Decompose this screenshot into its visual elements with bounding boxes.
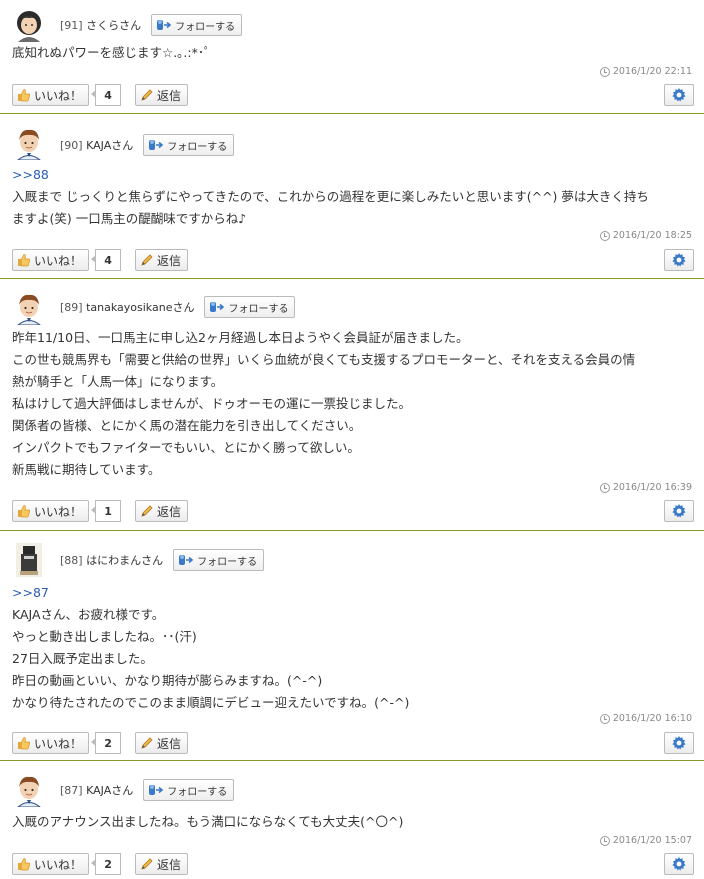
comment-88: [88] はにわまんさん フォローする >>87 KAJAさん、お疲れ様です。 … — [0, 531, 704, 761]
gear-icon — [671, 252, 687, 268]
thumbs-up-icon — [17, 253, 31, 267]
comment-87: [87] KAJAさん フォローする 入厩のアナウンス出ましたね。もう満口になら… — [0, 761, 704, 879]
reply-anchor-link[interactable]: >>88 — [12, 164, 649, 186]
reply-button[interactable]: 返信 — [135, 249, 189, 271]
clock-icon — [599, 713, 610, 724]
commenter-name[interactable]: [90] KAJAさん — [60, 137, 133, 153]
avatar[interactable] — [12, 291, 46, 325]
follow-icon — [156, 19, 172, 31]
settings-button[interactable] — [664, 249, 694, 271]
follow-button[interactable]: フォローする — [173, 549, 265, 571]
gear-icon — [671, 503, 687, 519]
avatar[interactable] — [12, 773, 46, 807]
pencil-icon — [140, 736, 154, 750]
follow-button[interactable]: フォローする — [204, 296, 296, 318]
thumbs-up-icon — [17, 857, 31, 871]
timestamp: 2016/1/20 16:10 — [599, 713, 692, 724]
reply-button[interactable]: 返信 — [135, 853, 189, 875]
like-count: 1 — [91, 500, 122, 522]
timestamp: 2016/1/20 22:11 — [599, 66, 692, 77]
like-count: 2 — [91, 732, 122, 754]
reply-button[interactable]: 返信 — [135, 84, 189, 106]
pencil-icon — [140, 504, 154, 518]
commenter-name[interactable]: [91] さくらさん — [60, 17, 141, 33]
like-button[interactable]: いいね！ — [12, 732, 90, 754]
like-button[interactable]: いいね！ — [12, 84, 90, 106]
like-button[interactable]: いいね！ — [12, 249, 90, 271]
comment-body: 入厩のアナウンス出ましたね。もう満口にならなくても大丈夫(^〇^) — [12, 814, 404, 829]
follow-button[interactable]: フォローする — [143, 779, 235, 801]
timestamp: 2016/1/20 15:07 — [599, 835, 692, 846]
clock-icon — [599, 66, 610, 77]
follow-button[interactable]: フォローする — [151, 14, 243, 36]
commenter-name[interactable]: [89] tanakayosikaneさん — [60, 299, 194, 315]
pencil-icon — [140, 253, 154, 267]
gear-icon — [671, 735, 687, 751]
follow-button[interactable]: フォローする — [143, 134, 235, 156]
gear-icon — [671, 87, 687, 103]
gear-icon — [671, 856, 687, 872]
thumbs-up-icon — [17, 504, 31, 518]
settings-button[interactable] — [664, 732, 694, 754]
comment-body: >>88 入厩まで じっくりと焦らずにやってきたので、これからの過程を更に楽しみ… — [12, 164, 649, 230]
comment-90: [90] KAJAさん フォローする >>88 入厩まで じっくりと焦らずにやっ… — [0, 114, 704, 279]
comment-body: 昨年11/10日、一口馬主に申し込2ヶ月経過し本日ようやく会員証が届きました。 … — [12, 330, 636, 477]
comment-89: [89] tanakayosikaneさん フォローする 昨年11/10日、一口… — [0, 279, 704, 531]
pencil-icon — [140, 88, 154, 102]
like-count: 4 — [91, 249, 122, 271]
follow-icon — [148, 139, 164, 151]
follow-icon — [148, 784, 164, 796]
follow-icon — [178, 554, 194, 566]
avatar[interactable] — [12, 126, 46, 160]
settings-button[interactable] — [664, 500, 694, 522]
clock-icon — [599, 230, 610, 241]
comment-body: >>87 KAJAさん、お疲れ様です。 やっと動き出しましたね。･･(汗) 27… — [12, 582, 409, 714]
clock-icon — [599, 835, 610, 846]
pencil-icon — [140, 857, 154, 871]
settings-button[interactable] — [664, 853, 694, 875]
commenter-name[interactable]: [87] KAJAさん — [60, 782, 133, 798]
thumbs-up-icon — [17, 88, 31, 102]
comment-body: 底知れぬパワーを感じます☆.｡.:*･ﾟ — [12, 45, 211, 60]
like-count: 2 — [91, 853, 122, 875]
timestamp: 2016/1/20 16:39 — [599, 482, 692, 493]
thumbs-up-icon — [17, 736, 31, 750]
settings-button[interactable] — [664, 84, 694, 106]
comment-91: [91] さくらさん フォローする 底知れぬパワーを感じます☆.｡.:*･ﾟ 2… — [0, 0, 704, 114]
reply-anchor-link[interactable]: >>87 — [12, 582, 409, 604]
avatar[interactable] — [12, 8, 46, 42]
avatar[interactable] — [12, 543, 46, 577]
reply-button[interactable]: 返信 — [135, 732, 189, 754]
like-button[interactable]: いいね！ — [12, 853, 90, 875]
reply-button[interactable]: 返信 — [135, 500, 189, 522]
timestamp: 2016/1/20 18:25 — [599, 230, 692, 241]
clock-icon — [599, 482, 610, 493]
follow-icon — [209, 301, 225, 313]
like-button[interactable]: いいね！ — [12, 500, 90, 522]
commenter-name[interactable]: [88] はにわまんさん — [60, 552, 163, 568]
like-count: 4 — [91, 84, 122, 106]
